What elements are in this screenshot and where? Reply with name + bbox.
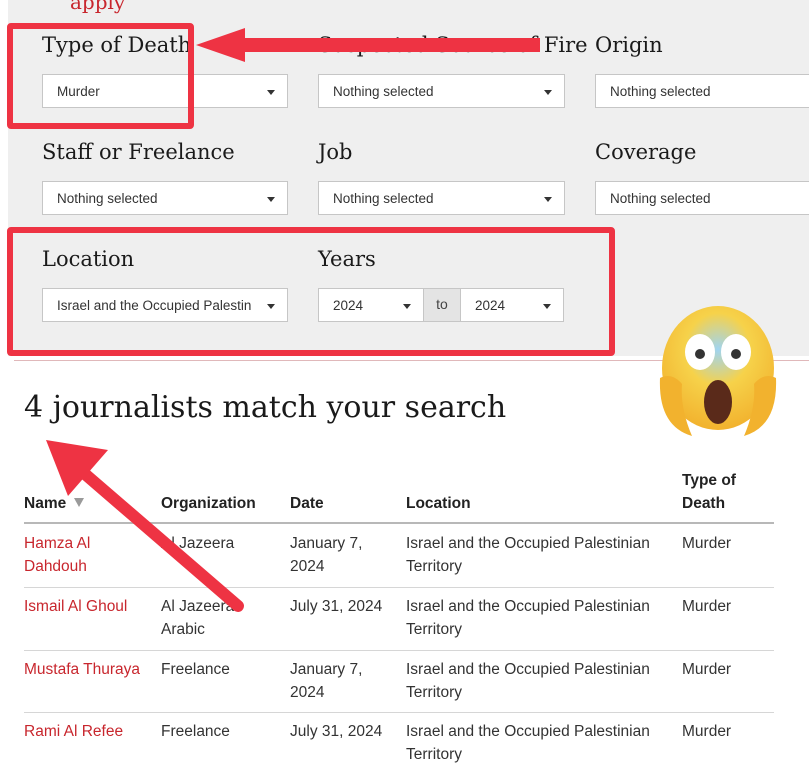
select-value: Nothing selected xyxy=(333,84,434,99)
journalist-name-link[interactable]: Ismail Al Ghoul xyxy=(24,595,127,618)
column-header-date[interactable]: Date xyxy=(290,492,324,515)
location-line: Territory xyxy=(406,558,462,575)
column-header-location[interactable]: Location xyxy=(406,492,471,515)
location-cell: Israel and the Occupied Palestinian Terr… xyxy=(406,532,650,578)
results-headline: 4 journalists match your search xyxy=(24,390,507,425)
chevron-down-icon xyxy=(544,90,552,95)
name-line: Mustafa Thuraya xyxy=(24,661,141,678)
column-header-line: Type of xyxy=(682,472,736,489)
type-of-death-cell: Murder xyxy=(682,661,732,678)
column-header-label: Name xyxy=(24,495,67,512)
organization-cell: Al Jazeera xyxy=(161,532,234,555)
org-line: Arabic xyxy=(161,621,205,638)
type-of-death-cell: Murder xyxy=(682,535,732,552)
location-cell: Israel and the Occupied Palestinian Terr… xyxy=(406,720,650,766)
location-cell: Israel and the Occupied Palestinian Terr… xyxy=(406,658,650,704)
chevron-down-icon xyxy=(267,90,275,95)
staff-or-freelance-select[interactable]: Nothing selected xyxy=(42,181,288,215)
face-screaming-in-fear-icon xyxy=(656,298,780,446)
org-line: Freelance xyxy=(161,661,230,678)
row-divider xyxy=(24,712,774,713)
chevron-down-icon xyxy=(544,197,552,202)
journalist-name-link[interactable]: Hamza Al Dahdouh xyxy=(24,532,90,578)
name-line: Dahdouh xyxy=(24,558,87,575)
location-line: Israel and the Occupied Palestinian xyxy=(406,598,650,615)
name-line: Hamza Al xyxy=(24,535,91,552)
location-line: Israel and the Occupied Palestinian xyxy=(406,535,650,552)
type-of-death-cell: Murder xyxy=(682,723,732,740)
chevron-down-icon xyxy=(267,197,275,202)
date-line: 2024 xyxy=(290,684,325,701)
top-hint-text: apply xyxy=(70,0,126,14)
annotation-highlight-box xyxy=(7,227,615,356)
date-line: January 7, xyxy=(290,535,363,552)
column-header-name[interactable]: Name xyxy=(24,492,85,515)
filter-label-coverage: Coverage xyxy=(595,140,697,164)
sort-descending-icon[interactable] xyxy=(74,498,85,507)
organization-cell: Freelance xyxy=(161,720,230,743)
select-value: Nothing selected xyxy=(610,191,711,206)
column-header-organization[interactable]: Organization xyxy=(161,492,256,515)
journalist-name-link[interactable]: Mustafa Thuraya xyxy=(24,658,140,681)
location-line: Israel and the Occupied Palestinian xyxy=(406,723,650,740)
organization-cell: Al Jazeera Arabic xyxy=(161,595,234,641)
name-line: Ismail Al Ghoul xyxy=(24,598,128,615)
column-header-line: Death xyxy=(682,495,726,512)
row-divider xyxy=(24,587,774,588)
suspected-source-select[interactable]: Nothing selected xyxy=(318,74,565,108)
filter-label-job: Job xyxy=(318,140,353,164)
date-cell: January 7, 2024 xyxy=(290,532,362,578)
org-line: Freelance xyxy=(161,723,230,740)
name-line: Rami Al Refee xyxy=(24,723,124,740)
select-value: Nothing selected xyxy=(333,191,434,206)
organization-cell: Freelance xyxy=(161,658,230,681)
location-line: Territory xyxy=(406,621,462,638)
date-cell: January 7, 2024 xyxy=(290,658,362,704)
date-line: July 31, 2024 xyxy=(290,723,383,740)
row-divider xyxy=(24,650,774,651)
location-line: Territory xyxy=(406,746,462,763)
filter-label-staff-or-freelance: Staff or Freelance xyxy=(42,140,235,164)
org-line: Al Jazeera xyxy=(161,535,235,552)
select-value: Nothing selected xyxy=(57,191,158,206)
origin-select[interactable]: Nothing selected xyxy=(595,74,809,108)
coverage-select[interactable]: Nothing selected xyxy=(595,181,809,215)
date-line: January 7, xyxy=(290,661,363,678)
filter-label-origin: Origin xyxy=(595,33,663,57)
journalist-name-link[interactable]: Rami Al Refee xyxy=(24,720,123,743)
date-cell: July 31, 2024 xyxy=(290,720,382,743)
location-cell: Israel and the Occupied Palestinian Terr… xyxy=(406,595,650,641)
date-line: July 31, 2024 xyxy=(290,598,383,615)
filter-label-suspected-source: Suspected Source of Fire xyxy=(318,33,588,57)
table-header-divider xyxy=(24,522,774,524)
date-cell: July 31, 2024 xyxy=(290,595,382,618)
org-line: Al Jazeera xyxy=(161,598,235,615)
annotation-highlight-box xyxy=(7,23,194,129)
location-line: Territory xyxy=(406,684,462,701)
job-select[interactable]: Nothing selected xyxy=(318,181,565,215)
date-line: 2024 xyxy=(290,558,325,575)
location-line: Israel and the Occupied Palestinian xyxy=(406,661,650,678)
select-value: Nothing selected xyxy=(610,84,711,99)
column-header-type-of-death[interactable]: Type of Death xyxy=(682,469,736,515)
type-of-death-cell: Murder xyxy=(682,598,732,615)
